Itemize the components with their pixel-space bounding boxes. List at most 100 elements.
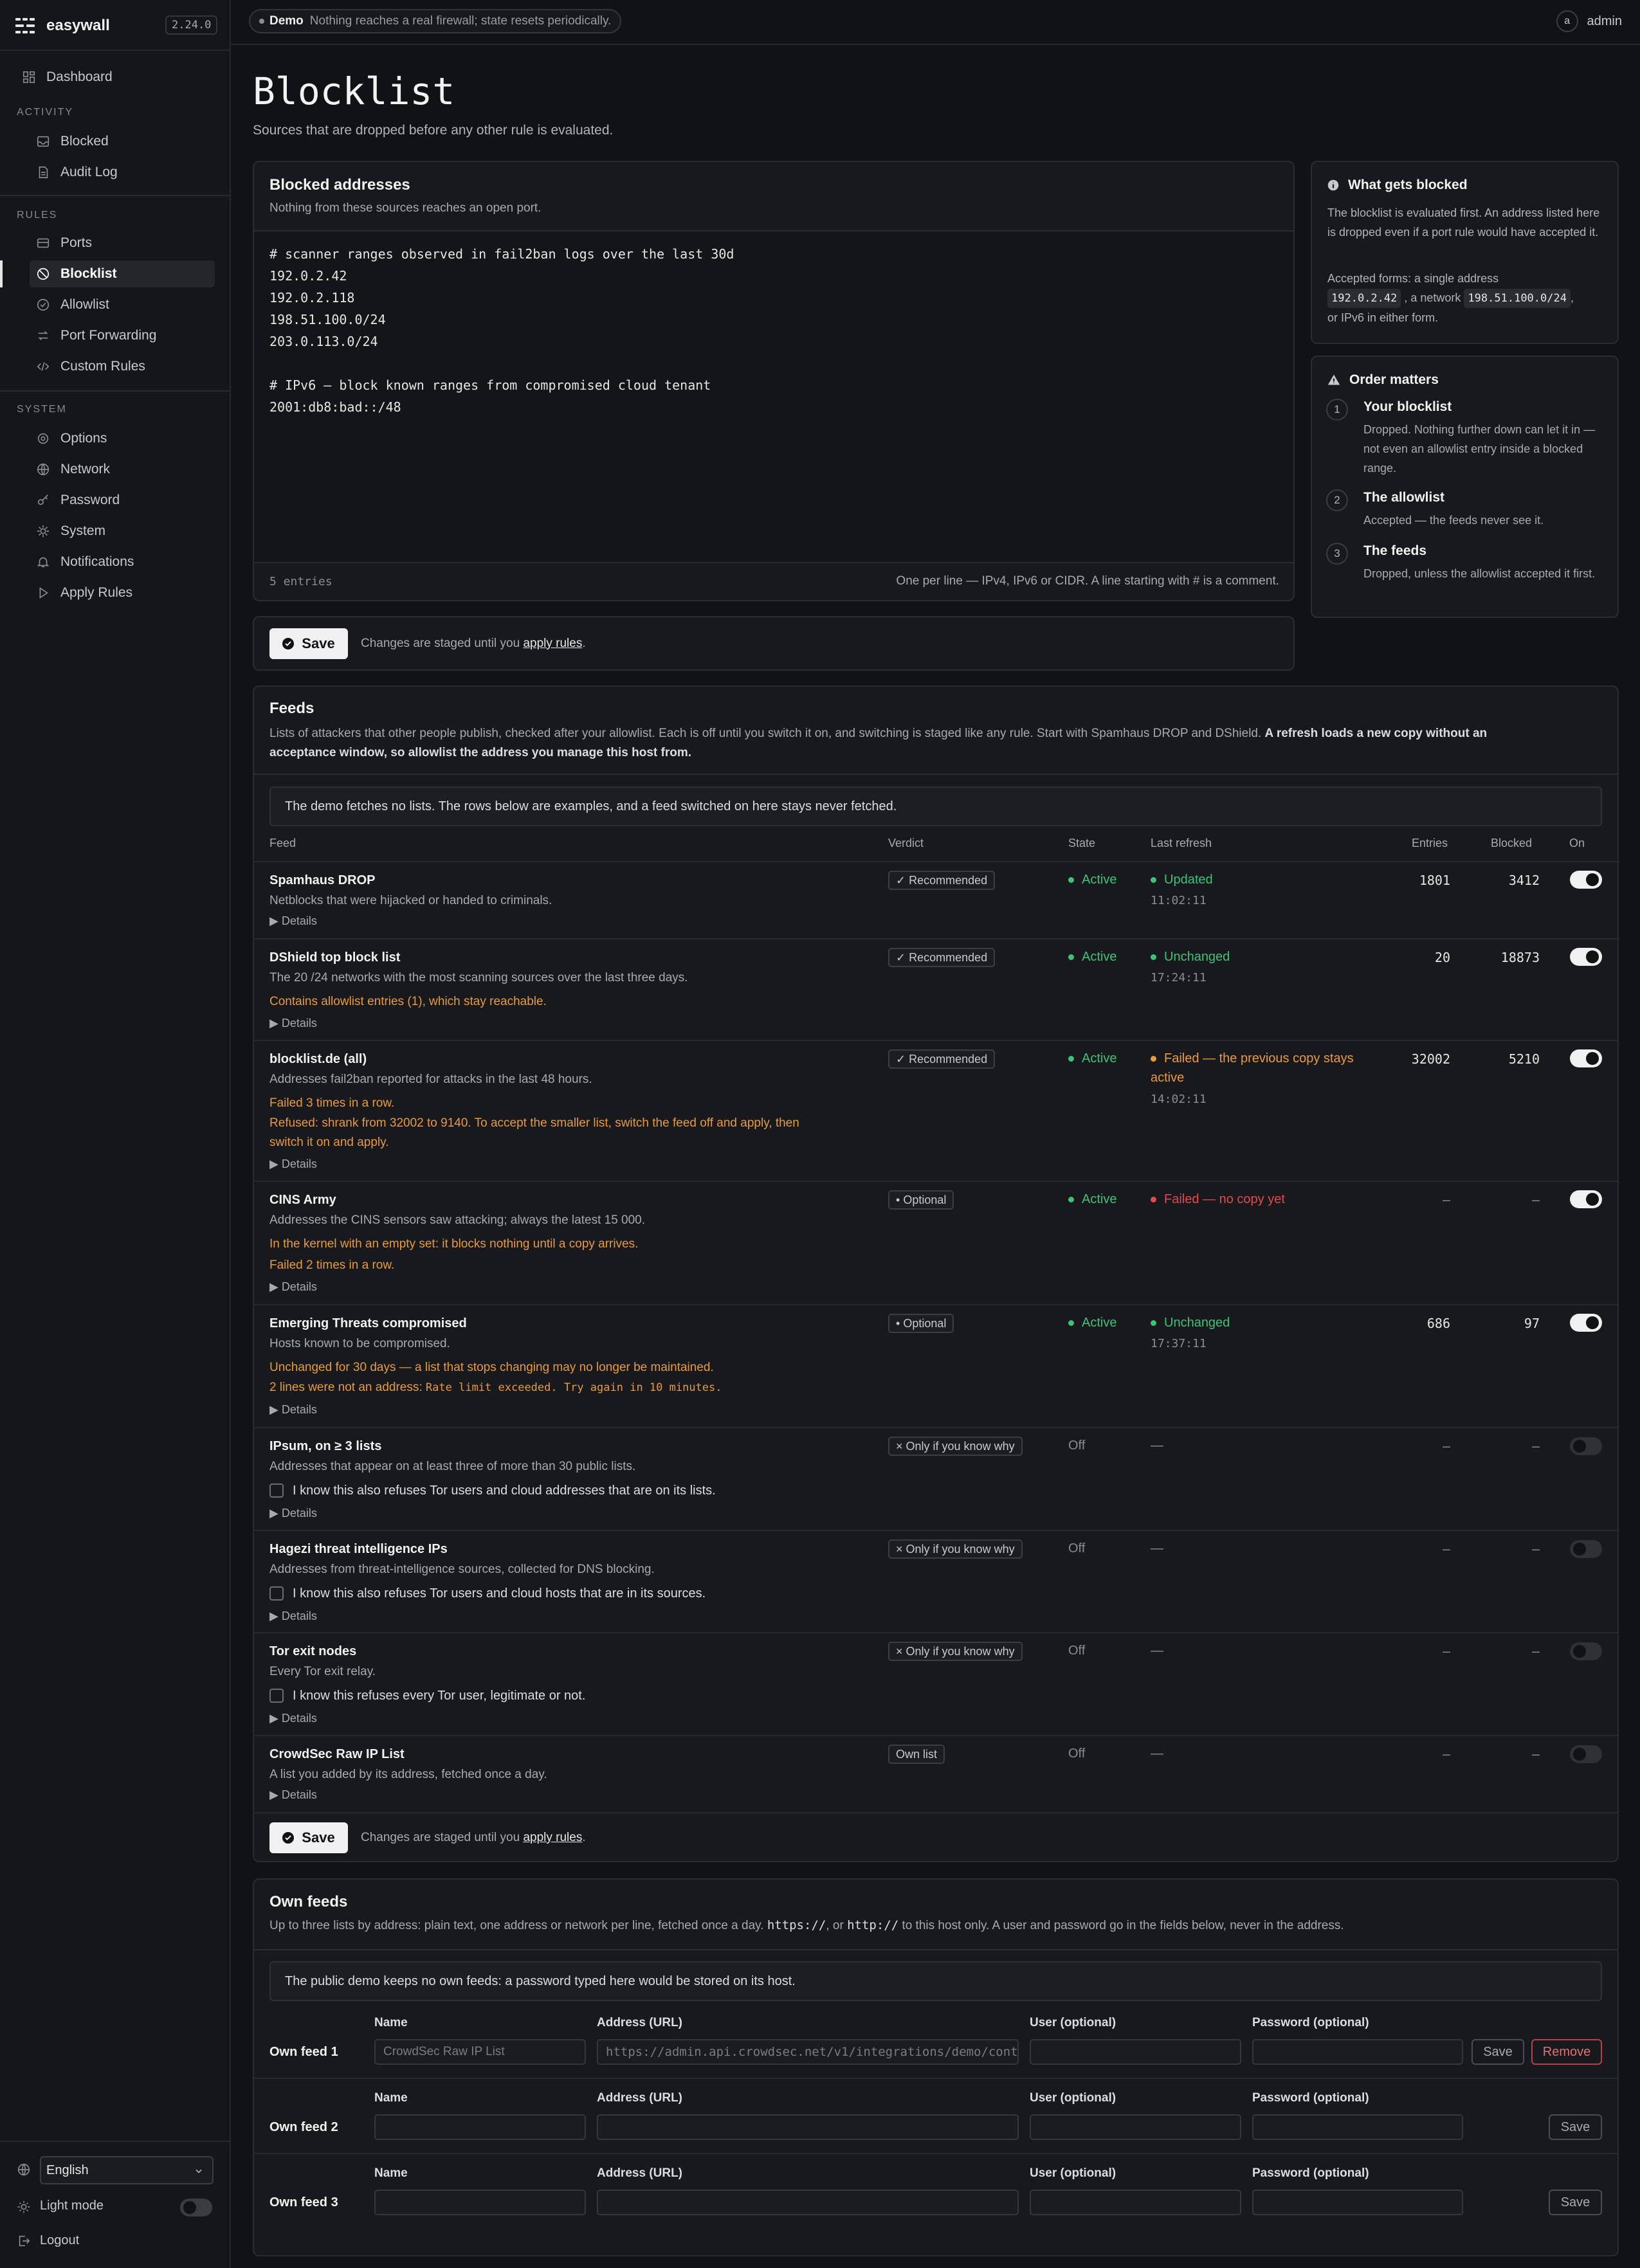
acknowledge-checkbox[interactable] <box>269 1586 284 1601</box>
sidebar-item-apply-rules[interactable]: Apply Rules <box>30 579 215 606</box>
verdict-badge: ✓ Recommended <box>888 948 996 967</box>
own-feed-url-input[interactable] <box>597 2190 1019 2215</box>
divider <box>254 562 1293 563</box>
user-header: User (optional) <box>1030 2091 1116 2105</box>
light-mode-toggle[interactable] <box>180 2199 212 2217</box>
brand[interactable]: easywall <box>15 14 110 37</box>
details-label: Details <box>281 1507 317 1520</box>
own-feed-save-button[interactable]: Save <box>1549 2190 1602 2215</box>
x-icon: × <box>896 1644 906 1658</box>
details-toggle[interactable]: ▶ Details <box>269 1280 317 1294</box>
own-feed-name-input[interactable] <box>374 2114 586 2140</box>
own-feed-user-input[interactable] <box>1030 2190 1241 2215</box>
password-header: Password (optional) <box>1252 2016 1369 2029</box>
save-feeds-button[interactable]: Save <box>269 1822 348 1853</box>
divider <box>254 2153 1617 2154</box>
user-menu[interactable]: a admin <box>1556 10 1622 32</box>
blocklist-line: 192.0.2.118 <box>269 290 355 305</box>
sidebar-item-blocklist[interactable]: Blocklist <box>30 260 215 287</box>
sidebar-item-ports[interactable]: Ports <box>30 230 215 257</box>
step-title: Your blocklist <box>1363 399 1452 414</box>
acknowledge-checkbox[interactable] <box>269 1483 284 1498</box>
own-feed-name-input[interactable] <box>374 2190 586 2215</box>
feed-toggle[interactable] <box>1570 1540 1602 1558</box>
details-toggle[interactable]: ▶ Details <box>269 1017 317 1030</box>
sidebar-item-system[interactable]: System <box>30 518 215 545</box>
own-feed-url-input[interactable]: https://admin.api.crowdsec.net/v1/integr… <box>597 2039 1019 2065</box>
brand-logo-icon <box>15 18 35 33</box>
feed-toggle[interactable] <box>1570 1190 1602 1208</box>
sidebar-item-password[interactable]: Password <box>30 487 215 514</box>
details-toggle[interactable]: ▶ Details <box>269 1788 317 1802</box>
details-toggle[interactable]: ▶ Details <box>269 1610 317 1623</box>
details-toggle[interactable]: ▶ Details <box>269 1712 317 1725</box>
details-toggle[interactable]: ▶ Details <box>269 1507 317 1520</box>
arrows-icon <box>38 331 48 341</box>
feed-name: Spamhaus DROP <box>269 873 376 887</box>
details-toggle[interactable]: ▶ Details <box>269 1403 317 1417</box>
sidebar-item-audit-log[interactable]: Audit Log <box>30 159 215 186</box>
info-icon <box>1327 179 1339 191</box>
apply-rules-link[interactable]: apply rules <box>523 637 582 650</box>
own-feed-save-button[interactable]: Save <box>1471 2039 1524 2065</box>
details-toggle[interactable]: ▶ Details <box>269 914 317 928</box>
own-feed-remove-button[interactable]: Remove <box>1531 2039 1602 2065</box>
own-feed-user-input[interactable] <box>1030 2114 1241 2140</box>
own-feed-user-input[interactable] <box>1030 2039 1241 2065</box>
own-feed-password-input[interactable] <box>1252 2114 1463 2140</box>
status-dot <box>1068 1320 1074 1326</box>
refresh-status: Failed — no copy yet <box>1151 1190 1285 1209</box>
details-toggle[interactable]: ▶ Details <box>269 1157 317 1171</box>
url-header: Address (URL) <box>597 2091 683 2105</box>
sidebar-item-dashboard[interactable]: Dashboard <box>15 64 216 91</box>
sidebar-item-network[interactable]: Network <box>30 456 215 483</box>
feed-desc: Every Tor exit relay. <box>269 1665 376 1678</box>
sidebar-item-options[interactable]: Options <box>30 425 215 452</box>
blocked-count: – <box>1531 1746 1540 1762</box>
feed-toggle[interactable] <box>1570 1642 1602 1660</box>
sidebar-item-blocked[interactable]: Blocked <box>30 128 215 155</box>
feed-toggle[interactable] <box>1570 1745 1602 1763</box>
sidebar-item-port-forwarding[interactable]: Port Forwarding <box>30 322 215 349</box>
state-off: Off <box>1068 1644 1086 1658</box>
sidebar-item-label: Apply Rules <box>60 585 133 600</box>
feed-toggle[interactable] <box>1570 1049 1602 1067</box>
refresh-label: active <box>1151 1071 1185 1085</box>
own-feed-save-button[interactable]: Save <box>1549 2114 1602 2140</box>
feed-warning: Unchanged for 30 days — a list that stop… <box>269 1361 714 1374</box>
user-header: User (optional) <box>1030 2166 1116 2180</box>
apply-rules-link[interactable]: apply rules <box>523 1831 582 1844</box>
refresh-status: — <box>1151 1746 1163 1761</box>
own-feed-password-input[interactable] <box>1252 2039 1463 2065</box>
language-select[interactable]: English <box>40 2156 214 2184</box>
logout-link[interactable]: Logout <box>40 2233 79 2248</box>
save-button[interactable]: Save <box>269 628 348 659</box>
feed-toggle[interactable] <box>1570 1437 1602 1455</box>
sidebar-item-notifications[interactable]: Notifications <box>30 549 215 576</box>
verdict-label: Recommended <box>909 950 988 964</box>
acknowledge-checkbox[interactable] <box>269 1689 284 1703</box>
verdict-badge: × Only if you know why <box>888 1539 1023 1559</box>
staged-end: . <box>582 637 586 650</box>
state-label: Active <box>1082 1051 1117 1066</box>
sidebar-item-custom-rules[interactable]: Custom Rules <box>30 353 215 380</box>
feed-toggle[interactable] <box>1570 948 1602 966</box>
blocklist-textarea[interactable]: # scanner ranges observed in fail2ban lo… <box>254 231 1293 562</box>
refresh-status: Unchanged <box>1151 1313 1230 1332</box>
status-dot <box>1068 877 1074 883</box>
warning-text: 2 lines were not an address: <box>269 1381 423 1394</box>
feeds-title: Feeds <box>269 700 314 717</box>
blocklist-line: 203.0.113.0/24 <box>269 334 378 349</box>
feed-toggle[interactable] <box>1570 871 1602 889</box>
state-label: Active <box>1082 950 1117 964</box>
gear-icon <box>37 433 49 444</box>
key-icon <box>37 494 48 505</box>
own-feed-url-input[interactable] <box>597 2114 1019 2140</box>
sidebar-item-label: Allowlist <box>60 297 109 312</box>
sidebar-item-allowlist[interactable]: Allowlist <box>30 291 215 318</box>
own-feed-name-input[interactable]: CrowdSec Raw IP List <box>374 2039 586 2065</box>
feed-toggle[interactable] <box>1570 1314 1602 1332</box>
blocked-count: 18873 <box>1500 950 1540 965</box>
own-feed-password-input[interactable] <box>1252 2190 1463 2215</box>
text: Lists of attackers that other people pub… <box>269 727 1262 740</box>
